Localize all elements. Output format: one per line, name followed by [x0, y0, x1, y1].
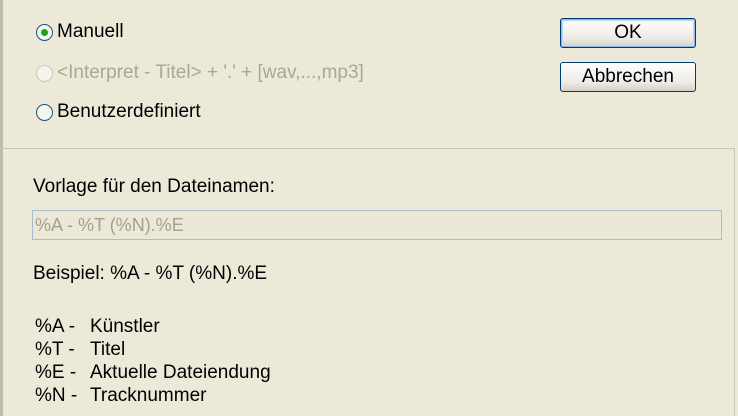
legend-code: %A - — [35, 316, 76, 337]
radio-manual[interactable]: Manuell — [36, 19, 124, 45]
group-border-right — [734, 148, 735, 416]
template-label: Vorlage für den Dateinamen: — [33, 176, 275, 197]
group-separator — [0, 148, 735, 149]
radio-selected-icon — [36, 23, 53, 41]
legend-row: %N - Tracknummer — [35, 385, 206, 407]
legend-row: %A - Künstler — [35, 316, 160, 338]
legend-description: Tracknummer — [90, 385, 207, 406]
template-input[interactable] — [32, 210, 722, 240]
radio-custom[interactable]: Benutzerdefiniert — [36, 99, 201, 125]
legend-code: %T - — [35, 339, 75, 360]
example-text: Beispiel: %A - %T (%N).%E — [33, 263, 268, 284]
legend-code: %N - — [35, 385, 78, 406]
legend-code: %E - — [35, 362, 77, 383]
legend-description: Aktuelle Dateiendung — [90, 362, 271, 383]
cancel-button[interactable]: Abbrechen — [560, 62, 696, 92]
legend-row: %T - Titel — [35, 339, 125, 361]
legend-description: Künstler — [90, 316, 160, 337]
radio-unselected-icon — [36, 103, 53, 121]
radio-interpret-title: <Interpret - Titel> + '.' + [wav,...,mp3… — [36, 60, 364, 86]
legend-row: %E - Aktuelle Dateiendung — [35, 362, 271, 384]
radio-manual-label: Manuell — [57, 21, 124, 42]
radio-custom-label: Benutzerdefiniert — [57, 101, 201, 122]
window-left-edge — [0, 0, 3, 416]
legend-description: Titel — [90, 339, 126, 360]
radio-interpret-title-label: <Interpret - Titel> + '.' + [wav,...,mp3… — [57, 62, 364, 83]
radio-unselected-icon — [36, 64, 53, 82]
ok-button[interactable]: OK — [560, 18, 696, 48]
